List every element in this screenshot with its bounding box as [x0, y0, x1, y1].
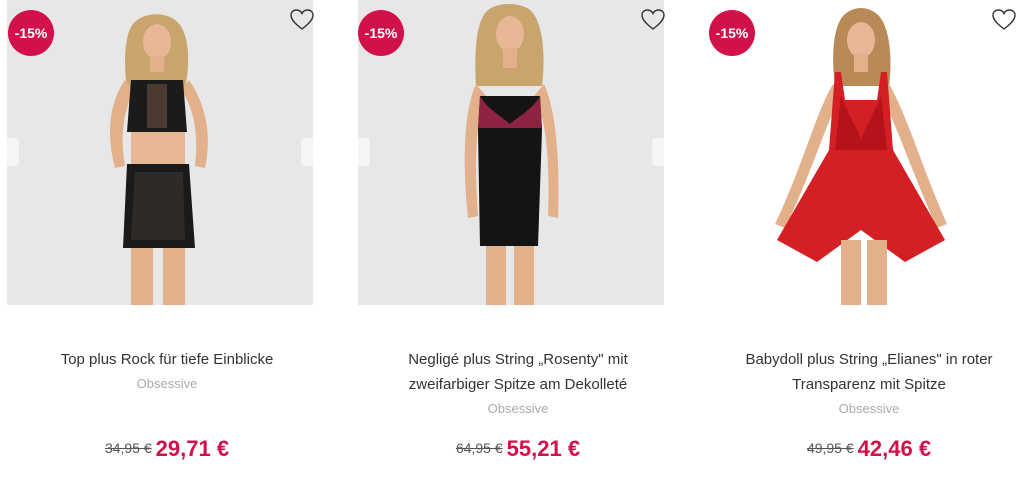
product-image[interactable]	[7, 0, 313, 305]
product-title[interactable]: Top plus Rock für tiefe Einblicke	[15, 347, 319, 372]
product-brand: Obsessive	[838, 401, 900, 416]
carousel-prev-arrow[interactable]	[7, 138, 19, 166]
product-card[interactable]: -15% Negligé plus String „Rosenty" mit z…	[351, 0, 685, 478]
old-price: 64,95 €	[455, 440, 503, 456]
product-photo	[358, 0, 664, 305]
product-brand: Obsessive	[487, 401, 549, 416]
product-card[interactable]: -15% Top plus Rock für tiefe Einblicke O…	[0, 0, 334, 478]
discount-badge: -15%	[709, 10, 755, 56]
wishlist-heart-icon[interactable]	[289, 8, 315, 32]
sale-price: 42,46 €	[857, 436, 932, 461]
carousel-next-arrow[interactable]	[301, 138, 313, 166]
product-grid: -15% Top plus Rock für tiefe Einblicke O…	[0, 0, 1024, 478]
sale-price: 29,71 €	[155, 436, 230, 461]
price-block: 49,95 €42,46 €	[702, 436, 1024, 462]
product-brand: Obsessive	[136, 376, 198, 391]
product-photo	[709, 0, 1015, 305]
wishlist-heart-icon[interactable]	[640, 8, 666, 32]
product-title[interactable]: Babydoll plus String „Elianes" in roter …	[717, 347, 1021, 397]
price-block: 64,95 €55,21 €	[351, 436, 685, 462]
discount-badge: -15%	[358, 10, 404, 56]
sale-price: 55,21 €	[506, 436, 581, 461]
product-title[interactable]: Negligé plus String „Rosenty" mit zweifa…	[366, 347, 670, 397]
old-price: 49,95 €	[806, 440, 854, 456]
carousel-next-arrow[interactable]	[652, 138, 664, 166]
wishlist-heart-icon[interactable]	[991, 8, 1017, 32]
old-price: 34,95 €	[104, 440, 152, 456]
price-block: 34,95 €29,71 €	[0, 436, 334, 462]
product-image[interactable]	[709, 0, 1015, 305]
product-photo	[7, 0, 313, 305]
product-image[interactable]	[358, 0, 664, 305]
product-card[interactable]: -15% Babydoll plus String „Elianes" in r…	[702, 0, 1024, 478]
discount-badge: -15%	[8, 10, 54, 56]
carousel-prev-arrow[interactable]	[358, 138, 370, 166]
